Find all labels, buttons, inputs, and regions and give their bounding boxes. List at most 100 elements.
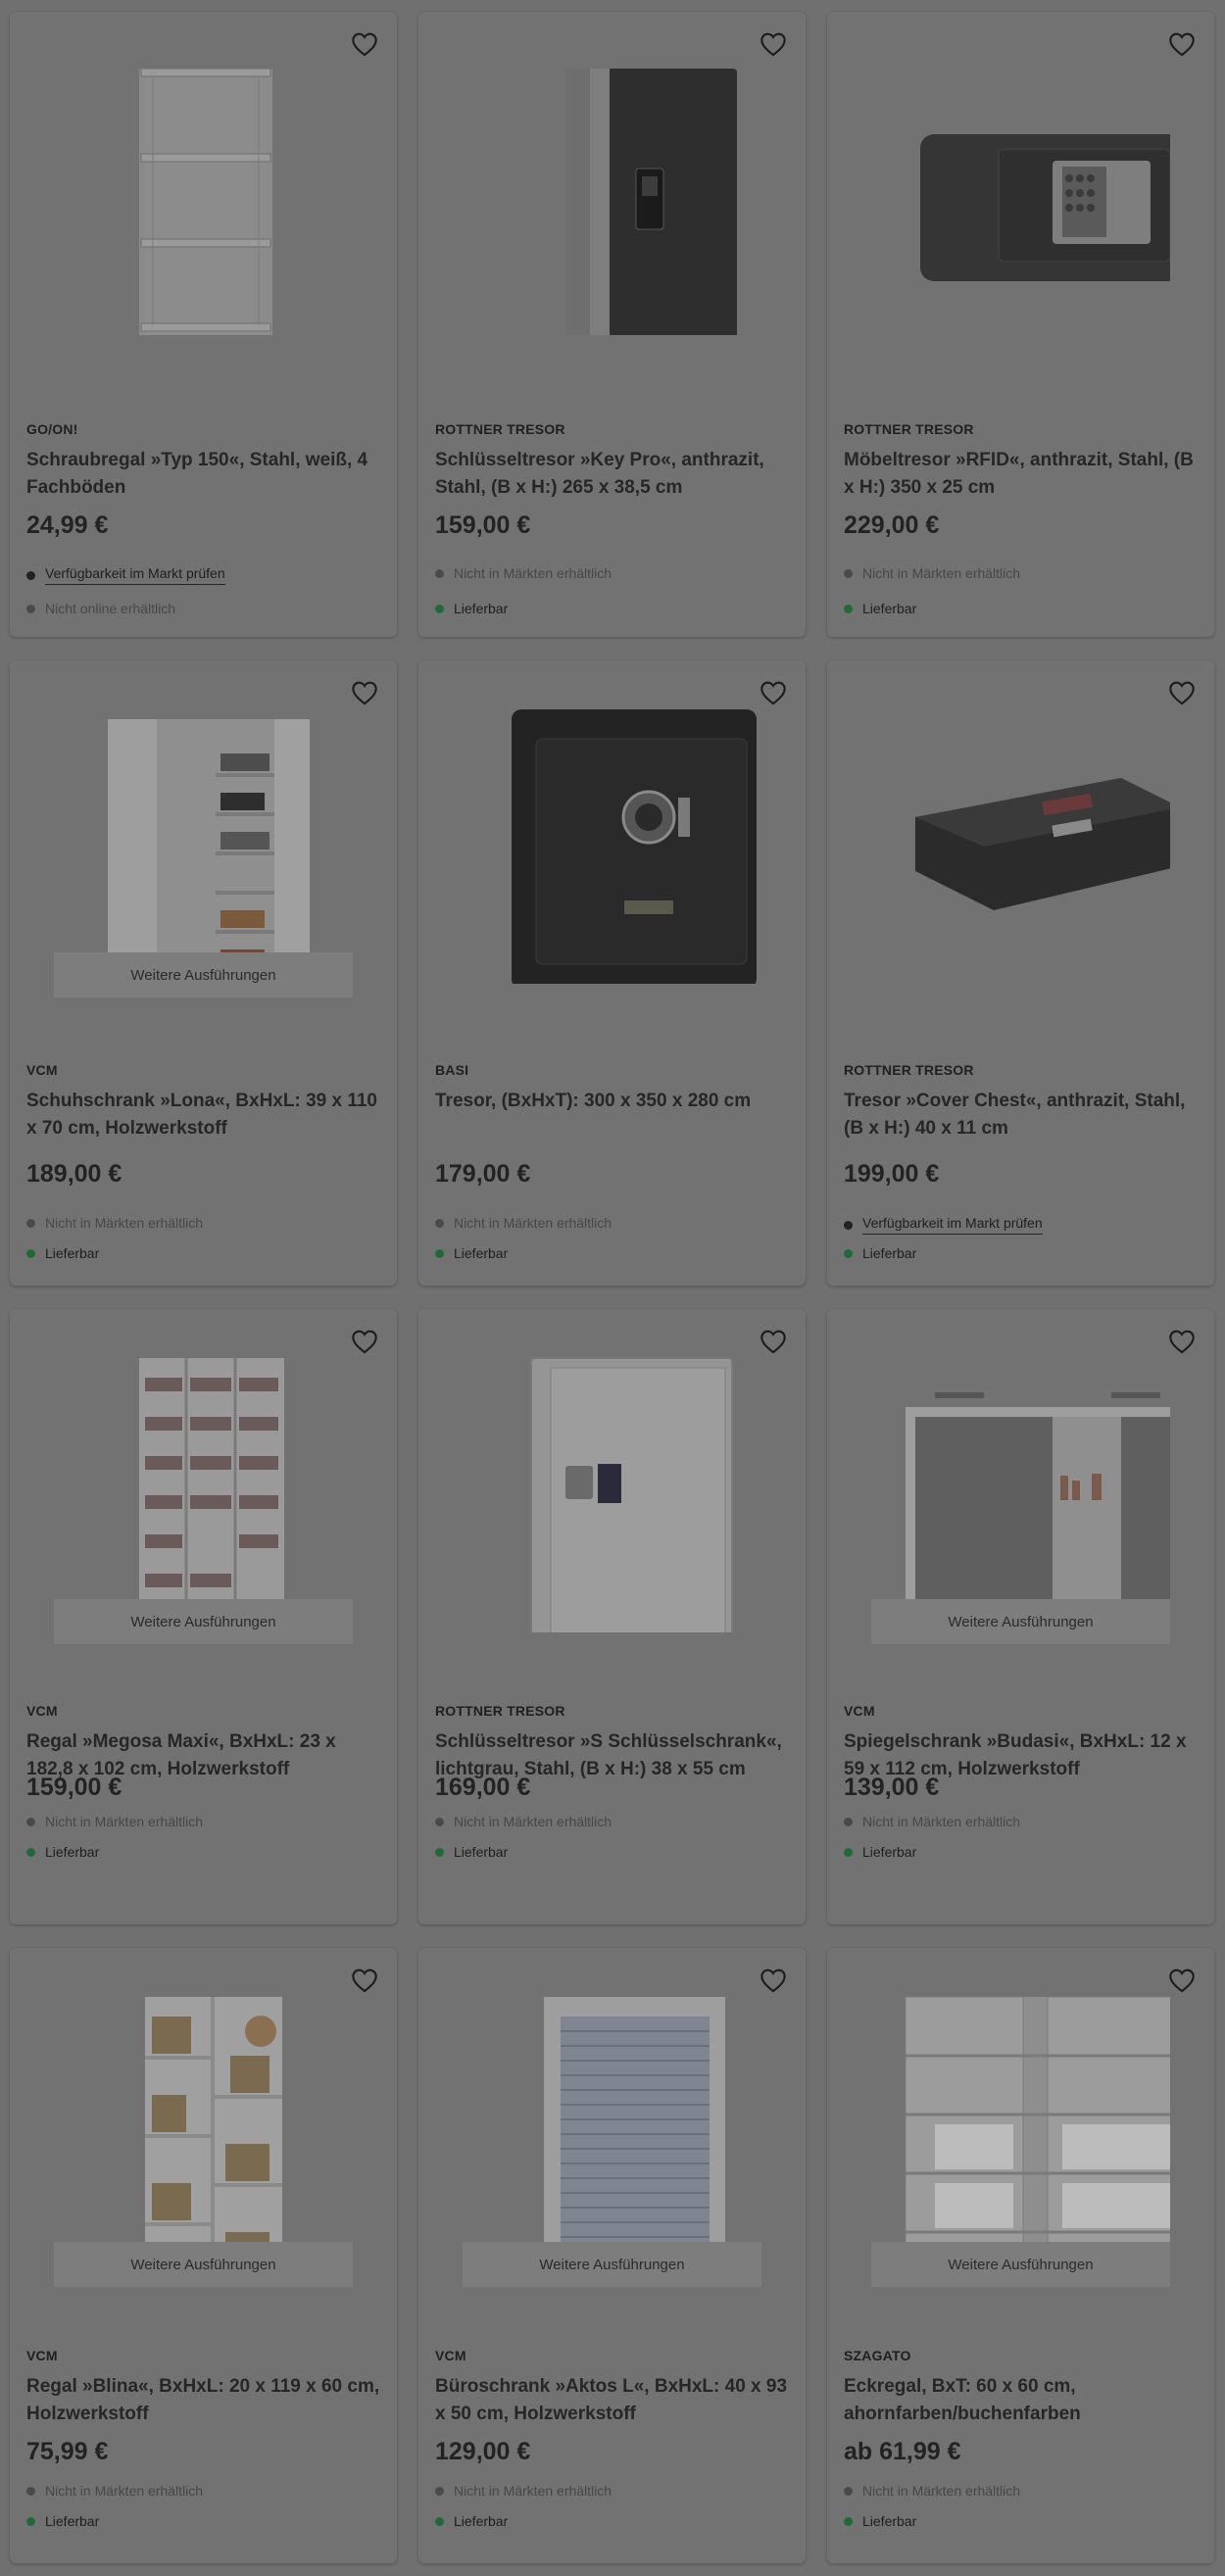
product-brand: VCM xyxy=(435,2348,466,2363)
store-availability[interactable]: Verfügbarkeit im Markt prüfen xyxy=(844,1215,1043,1235)
online-availability: Lieferbar xyxy=(844,1844,916,1860)
product-price: 24,99 € xyxy=(26,511,109,539)
more-variants-button[interactable]: Weitere Ausführungen xyxy=(54,2242,353,2287)
wishlist-heart-icon[interactable] xyxy=(759,29,788,59)
product-brand: ROTTNER TRESOR xyxy=(844,421,974,437)
product-brand: ROTTNER TRESOR xyxy=(844,1062,974,1078)
wishlist-heart-icon[interactable] xyxy=(759,678,788,707)
product-title[interactable]: Schlüsseltresor »Key Pro«, anthrazit, St… xyxy=(435,447,793,502)
status-dot-icon xyxy=(26,604,35,613)
online-availability-text: Lieferbar xyxy=(45,1844,100,1860)
store-availability-text: Nicht in Märkten erhältlich xyxy=(45,2483,204,2499)
wishlist-heart-icon[interactable] xyxy=(759,1966,788,1995)
product-card[interactable]: ROTTNER TRESOR Möbeltresor »RFID«, anthra… xyxy=(827,12,1214,637)
wishlist-heart-icon[interactable] xyxy=(350,1966,379,1995)
status-dot-icon xyxy=(435,1218,444,1228)
wishlist-heart-icon[interactable] xyxy=(1167,1966,1197,1995)
check-store-availability-link[interactable]: Verfügbarkeit im Markt prüfen xyxy=(45,565,225,585)
wishlist-heart-icon[interactable] xyxy=(350,1327,379,1356)
more-variants-button[interactable]: Weitere Ausführungen xyxy=(54,1599,353,1644)
product-image[interactable] xyxy=(59,1987,353,2281)
wishlist-heart-icon[interactable] xyxy=(1167,1327,1197,1356)
wishlist-heart-icon[interactable] xyxy=(350,29,379,59)
product-image[interactable] xyxy=(467,1987,761,2281)
store-availability-text: Nicht in Märkten erhältlich xyxy=(862,1814,1021,1829)
online-availability-text: Lieferbar xyxy=(862,1844,917,1860)
status-dot-icon xyxy=(435,2486,444,2496)
product-price: ab 61,99 € xyxy=(844,2438,961,2465)
product-price: 189,00 € xyxy=(26,1160,122,1188)
online-availability: Lieferbar xyxy=(26,1844,99,1860)
product-title[interactable]: Tresor »Cover Chest«, anthrazit, Stahl, … xyxy=(844,1088,1201,1142)
wishlist-heart-icon[interactable] xyxy=(1167,678,1197,707)
product-brand: GO/ON! xyxy=(26,421,78,437)
product-title[interactable]: Büroschrank »Aktos L«, BxHxL: 40 x 93 x … xyxy=(435,2373,793,2428)
product-image[interactable] xyxy=(876,51,1185,335)
more-variants-button[interactable]: Weitere Ausführungen xyxy=(871,1599,1170,1644)
product-image[interactable] xyxy=(59,51,353,365)
status-dot-icon xyxy=(26,2486,35,2496)
product-card[interactable]: BASI Tresor, (BxHxT): 300 x 350 x 280 cm 1… xyxy=(418,660,806,1286)
store-availability: Nicht in Märkten erhältlich xyxy=(844,2483,1020,2499)
product-title[interactable]: Möbeltresor »RFID«, anthrazit, Stahl, (B… xyxy=(844,447,1201,502)
product-brand: VCM xyxy=(26,2348,58,2363)
more-variants-button[interactable]: Weitere Ausführungen xyxy=(871,2242,1170,2287)
product-price: 129,00 € xyxy=(435,2438,531,2465)
product-image[interactable] xyxy=(876,1987,1210,2282)
product-title[interactable]: Eckregal, BxT: 60 x 60 cm, ahornfarben/b… xyxy=(844,2373,1201,2428)
more-variants-button[interactable]: Weitere Ausführungen xyxy=(463,2242,761,2287)
store-availability: Nicht in Märkten erhältlich xyxy=(435,2483,612,2499)
check-store-availability-link[interactable]: Verfügbarkeit im Markt prüfen xyxy=(862,1215,1043,1235)
status-dot-icon xyxy=(26,1218,35,1228)
online-availability-text: Lieferbar xyxy=(862,601,917,616)
product-title[interactable]: Tresor, (BxHxT): 300 x 350 x 280 cm xyxy=(435,1088,793,1115)
product-card[interactable]: Weitere Ausführungen VCM Schuhschrank »Lon… xyxy=(10,660,397,1286)
status-dot-icon xyxy=(435,2516,444,2526)
product-image[interactable] xyxy=(59,700,353,984)
product-card[interactable]: Weitere Ausführungen VCM Büroschrank »Akto… xyxy=(418,1948,806,2563)
product-image[interactable] xyxy=(876,1348,1204,1652)
store-availability-text: Nicht in Märkten erhältlich xyxy=(454,565,612,581)
product-image[interactable] xyxy=(467,700,761,989)
product-card[interactable]: Weitere Ausführungen VCM Regal »Blina«, Bx… xyxy=(10,1948,397,2563)
product-card[interactable]: GO/ON! Schraubregal »Typ 150«, Stahl, wei… xyxy=(10,12,397,637)
online-availability: Lieferbar xyxy=(844,1245,916,1261)
status-dot-icon xyxy=(435,568,444,578)
store-availability[interactable]: Verfügbarkeit im Markt prüfen xyxy=(26,565,225,585)
product-image[interactable] xyxy=(59,1348,353,1642)
product-price: 159,00 € xyxy=(26,1774,122,1801)
store-availability-text: Nicht in Märkten erhältlich xyxy=(454,2483,612,2499)
online-availability-text: Lieferbar xyxy=(862,2513,917,2529)
product-title[interactable]: Regal »Blina«, BxHxL: 20 x 119 x 60 cm, … xyxy=(26,2373,384,2428)
store-availability-text: Nicht in Märkten erhältlich xyxy=(45,1215,204,1231)
wishlist-heart-icon[interactable] xyxy=(759,1327,788,1356)
product-image[interactable] xyxy=(876,700,1180,984)
online-availability-text: Nicht online erhältlich xyxy=(45,601,176,616)
product-card[interactable]: Weitere Ausführungen VCM Spiegelschrank »B… xyxy=(827,1309,1214,1924)
store-availability: Nicht in Märkten erhältlich xyxy=(435,565,612,581)
wishlist-heart-icon[interactable] xyxy=(350,678,379,707)
product-price: 139,00 € xyxy=(844,1774,940,1801)
status-dot-icon xyxy=(844,2486,853,2496)
product-card[interactable]: Weitere Ausführungen VCM Regal »Megosa Max… xyxy=(10,1309,397,1924)
product-card[interactable]: Weitere Ausführungen SZAGATO Eckregal, BxT… xyxy=(827,1948,1214,2563)
store-availability-text: Nicht in Märkten erhältlich xyxy=(862,2483,1021,2499)
store-availability-text: Nicht in Märkten erhältlich xyxy=(454,1814,612,1829)
status-dot-icon xyxy=(844,568,853,578)
wishlist-heart-icon[interactable] xyxy=(1167,29,1197,59)
store-availability-text: Nicht in Märkten erhältlich xyxy=(454,1215,612,1231)
product-card[interactable]: ROTTNER TRESOR Schlüsseltresor »Key Pro«,… xyxy=(418,12,806,637)
product-image[interactable] xyxy=(467,51,761,363)
more-variants-button[interactable]: Weitere Ausführungen xyxy=(54,952,353,997)
status-dot-icon xyxy=(26,2516,35,2526)
status-dot-icon xyxy=(435,1817,444,1826)
product-title[interactable]: Schraubregal »Typ 150«, Stahl, weiß, 4 F… xyxy=(26,447,384,502)
product-title[interactable]: Schuhschrank »Lona«, BxHxL: 39 x 110 x 7… xyxy=(26,1088,384,1142)
product-card[interactable]: ROTTNER TRESOR Schlüsseltresor »S Schlüss… xyxy=(418,1309,806,1924)
product-brand: ROTTNER TRESOR xyxy=(435,1703,565,1719)
product-price: 169,00 € xyxy=(435,1774,531,1801)
product-card[interactable]: ROTTNER TRESOR Tresor »Cover Chest«, anth… xyxy=(827,660,1214,1286)
product-image[interactable] xyxy=(467,1348,761,1648)
product-brand: SZAGATO xyxy=(844,2348,911,2363)
status-dot-icon xyxy=(844,1847,853,1857)
